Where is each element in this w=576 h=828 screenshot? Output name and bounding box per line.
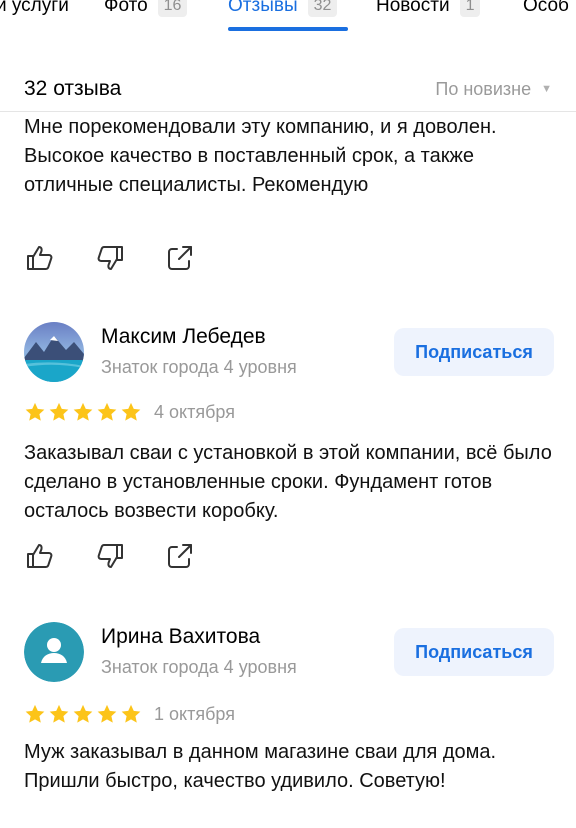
tab-reviews[interactable]: Отзывы 32	[228, 0, 338, 18]
share-button[interactable]	[164, 541, 196, 571]
author-name[interactable]: Ирина Вахитова	[101, 624, 260, 650]
star-icon	[49, 704, 69, 723]
reviews-header: 32 отзыва По новизне ▼	[0, 60, 576, 112]
star-icon	[73, 704, 93, 723]
chevron-down-icon: ▼	[541, 83, 552, 95]
review-text: Муж заказывал в данном магазине сваи для…	[24, 741, 497, 792]
star-rating	[24, 401, 142, 423]
review-text: Заказывал сваи с установкой в этой компа…	[24, 442, 552, 522]
subscribe-button[interactable]: Подписаться	[394, 328, 554, 376]
star-icon	[121, 704, 141, 723]
tab-photos[interactable]: Фото 16	[104, 0, 188, 18]
tab-news-label: Новости	[376, 0, 450, 16]
author-name[interactable]: Максим Лебедев	[101, 324, 266, 350]
tab-features[interactable]: Особ	[523, 0, 569, 18]
sort-label: По новизне	[435, 79, 532, 99]
tab-photos-label: Фото	[104, 0, 148, 16]
star-icon	[97, 704, 117, 723]
review-date: 1 октября	[154, 704, 235, 724]
thumbs-down-icon	[97, 544, 123, 568]
star-rating	[24, 703, 142, 725]
tab-features-label: Особ	[523, 0, 569, 16]
review-author: Максим Лебедев Знаток города 4 уровня По…	[24, 322, 554, 386]
tab-services-label: и услуги	[0, 0, 69, 16]
user-icon	[24, 622, 84, 682]
tab-news[interactable]: Новости 1	[376, 0, 481, 18]
star-icon	[49, 402, 69, 421]
thumbs-up-icon	[27, 544, 53, 568]
share-icon	[168, 246, 192, 270]
tab-news-count: 1	[459, 0, 481, 17]
tab-reviews-label: Отзывы	[228, 0, 298, 16]
avatar[interactable]	[24, 322, 84, 382]
tab-bar: и услуги Фото 16 Отзывы 32 Новости 1 Особ	[0, 0, 576, 46]
review-actions	[24, 243, 196, 273]
like-button[interactable]	[24, 541, 56, 571]
author-level: Знаток города 4 уровня	[101, 357, 297, 377]
like-button[interactable]	[24, 243, 56, 273]
tab-photos-count: 16	[157, 0, 188, 17]
star-icon	[25, 704, 45, 723]
share-button[interactable]	[164, 243, 196, 273]
share-icon	[168, 544, 192, 568]
review-rating: 4 октября	[24, 399, 235, 425]
sort-dropdown[interactable]: По новизне ▼	[435, 77, 552, 101]
active-tab-indicator	[228, 27, 348, 31]
tab-reviews-count: 32	[307, 0, 338, 17]
star-icon	[121, 402, 141, 421]
thumbs-down-icon	[97, 246, 123, 270]
star-icon	[73, 402, 93, 421]
thumbs-up-icon	[27, 246, 53, 270]
author-level: Знаток города 4 уровня	[101, 657, 297, 677]
subscribe-button[interactable]: Подписаться	[394, 628, 554, 676]
dislike-button[interactable]	[94, 243, 126, 273]
review-rating: 1 октября	[24, 701, 235, 727]
reviews-count: 32 отзыва	[24, 77, 122, 100]
avatar[interactable]	[24, 622, 84, 682]
review-date: 4 октября	[154, 402, 235, 422]
tab-services[interactable]: и услуги	[0, 0, 69, 18]
dislike-button[interactable]	[94, 541, 126, 571]
review-author: Ирина Вахитова Знаток города 4 уровня По…	[24, 622, 554, 686]
review-actions	[24, 541, 196, 571]
star-icon	[97, 402, 117, 421]
star-icon	[25, 402, 45, 421]
review-text: Мне порекомендовали эту компанию, и я до…	[24, 116, 497, 196]
